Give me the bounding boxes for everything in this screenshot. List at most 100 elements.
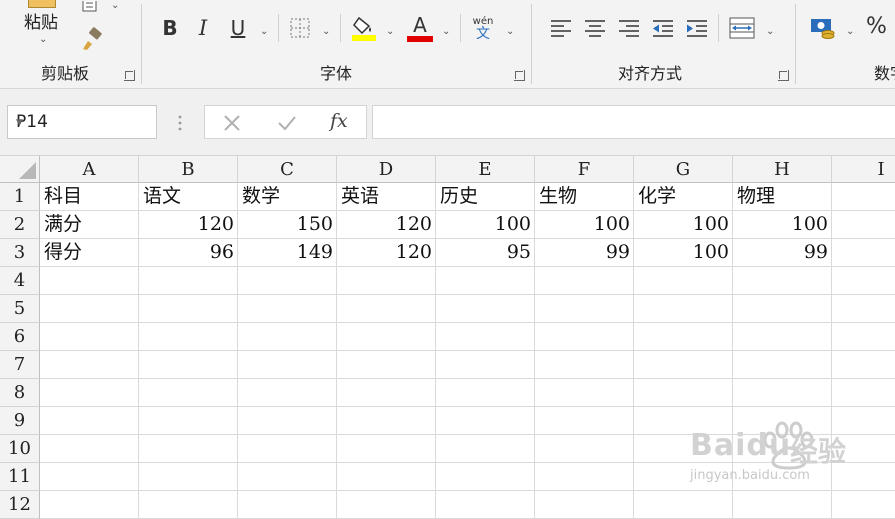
column-header-e[interactable]: E — [436, 156, 535, 183]
row-header-1[interactable]: 1 — [0, 183, 40, 211]
cell-a11[interactable] — [40, 463, 139, 491]
row-header-2[interactable]: 2 — [0, 211, 40, 239]
cell-e3[interactable]: 95 — [436, 239, 535, 267]
underline-button[interactable]: U — [224, 14, 252, 42]
phonetic-dropdown-icon[interactable]: ⌄ — [506, 26, 514, 37]
cell-d10[interactable] — [337, 435, 436, 463]
cell-c11[interactable] — [238, 463, 337, 491]
cell-b7[interactable] — [139, 351, 238, 379]
cell-d12[interactable] — [337, 491, 436, 519]
cell-f9[interactable] — [535, 407, 634, 435]
cell-f11[interactable] — [535, 463, 634, 491]
cell-g8[interactable] — [634, 379, 733, 407]
column-header-a[interactable]: A — [40, 156, 139, 183]
borders-icon[interactable] — [288, 14, 312, 42]
cell-c8[interactable] — [238, 379, 337, 407]
cell-d4[interactable] — [337, 267, 436, 295]
row-header-4[interactable]: 4 — [0, 267, 40, 295]
cell-c3[interactable]: 149 — [238, 239, 337, 267]
column-header-c[interactable]: C — [238, 156, 337, 183]
cell-b11[interactable] — [139, 463, 238, 491]
cell-a5[interactable] — [40, 295, 139, 323]
cell-g7[interactable] — [634, 351, 733, 379]
cell-f10[interactable] — [535, 435, 634, 463]
cell-d2[interactable]: 120 — [337, 211, 436, 239]
cell-b10[interactable] — [139, 435, 238, 463]
cell-a8[interactable] — [40, 379, 139, 407]
cell-i1[interactable] — [832, 183, 895, 211]
cell-c7[interactable] — [238, 351, 337, 379]
cell-f3[interactable]: 99 — [535, 239, 634, 267]
cell-a3[interactable]: 得分 — [40, 239, 139, 267]
column-header-b[interactable]: B — [139, 156, 238, 183]
cell-e11[interactable] — [436, 463, 535, 491]
row-header-10[interactable]: 10 — [0, 435, 40, 463]
cell-i6[interactable] — [832, 323, 895, 351]
cell-i5[interactable] — [832, 295, 895, 323]
copy-icon[interactable] — [80, 0, 102, 14]
copy-dropdown-icon[interactable]: ⌄ — [111, 0, 119, 11]
bold-button[interactable]: B — [156, 14, 184, 42]
merge-center-icon[interactable] — [728, 14, 756, 42]
column-header-d[interactable]: D — [337, 156, 436, 183]
fill-color-dropdown-icon[interactable]: ⌄ — [386, 26, 394, 37]
column-header-i[interactable]: I — [832, 156, 895, 183]
cell-e9[interactable] — [436, 407, 535, 435]
cell-d1[interactable]: 英语 — [337, 183, 436, 211]
accounting-format-icon[interactable] — [808, 14, 838, 42]
cell-h6[interactable] — [733, 323, 832, 351]
cell-c6[interactable] — [238, 323, 337, 351]
clipboard-launcher-icon[interactable] — [124, 70, 135, 81]
formula-input[interactable] — [372, 105, 895, 139]
cell-h7[interactable] — [733, 351, 832, 379]
cell-a6[interactable] — [40, 323, 139, 351]
column-header-f[interactable]: F — [535, 156, 634, 183]
cell-h4[interactable] — [733, 267, 832, 295]
cell-e5[interactable] — [436, 295, 535, 323]
cell-f12[interactable] — [535, 491, 634, 519]
borders-dropdown-icon[interactable]: ⌄ — [322, 26, 330, 37]
cell-d8[interactable] — [337, 379, 436, 407]
cell-g4[interactable] — [634, 267, 733, 295]
cell-f5[interactable] — [535, 295, 634, 323]
cell-b8[interactable] — [139, 379, 238, 407]
cell-d5[interactable] — [337, 295, 436, 323]
cell-f8[interactable] — [535, 379, 634, 407]
cell-e2[interactable]: 100 — [436, 211, 535, 239]
cell-d6[interactable] — [337, 323, 436, 351]
merge-dropdown-icon[interactable]: ⌄ — [766, 26, 774, 37]
decrease-indent-icon[interactable] — [650, 14, 676, 42]
cell-g5[interactable] — [634, 295, 733, 323]
cell-a9[interactable] — [40, 407, 139, 435]
name-box[interactable]: P14 ▼ — [7, 105, 157, 139]
name-box-dropdown-icon[interactable]: ▼ — [16, 118, 148, 128]
cell-b1[interactable]: 语文 — [139, 183, 238, 211]
cell-h12[interactable] — [733, 491, 832, 519]
cell-h8[interactable] — [733, 379, 832, 407]
cell-f2[interactable]: 100 — [535, 211, 634, 239]
column-header-g[interactable]: G — [634, 156, 733, 183]
insert-function-button[interactable]: fx — [330, 110, 348, 132]
select-all-button[interactable] — [0, 156, 40, 183]
cell-b4[interactable] — [139, 267, 238, 295]
cell-h2[interactable]: 100 — [733, 211, 832, 239]
cell-a10[interactable] — [40, 435, 139, 463]
cell-b6[interactable] — [139, 323, 238, 351]
row-header-9[interactable]: 9 — [0, 407, 40, 435]
cell-g1[interactable]: 化学 — [634, 183, 733, 211]
cell-d9[interactable] — [337, 407, 436, 435]
enter-icon[interactable] — [277, 114, 297, 132]
cell-c10[interactable] — [238, 435, 337, 463]
cell-i8[interactable] — [832, 379, 895, 407]
accounting-dropdown-icon[interactable]: ⌄ — [846, 26, 854, 37]
row-header-7[interactable]: 7 — [0, 351, 40, 379]
cell-e1[interactable]: 历史 — [436, 183, 535, 211]
column-header-h[interactable]: H — [733, 156, 832, 183]
row-header-3[interactable]: 3 — [0, 239, 40, 267]
cell-e6[interactable] — [436, 323, 535, 351]
fill-color-icon[interactable] — [350, 14, 378, 42]
cell-f7[interactable] — [535, 351, 634, 379]
cell-a4[interactable] — [40, 267, 139, 295]
cell-c1[interactable]: 数学 — [238, 183, 337, 211]
cell-c2[interactable]: 150 — [238, 211, 337, 239]
